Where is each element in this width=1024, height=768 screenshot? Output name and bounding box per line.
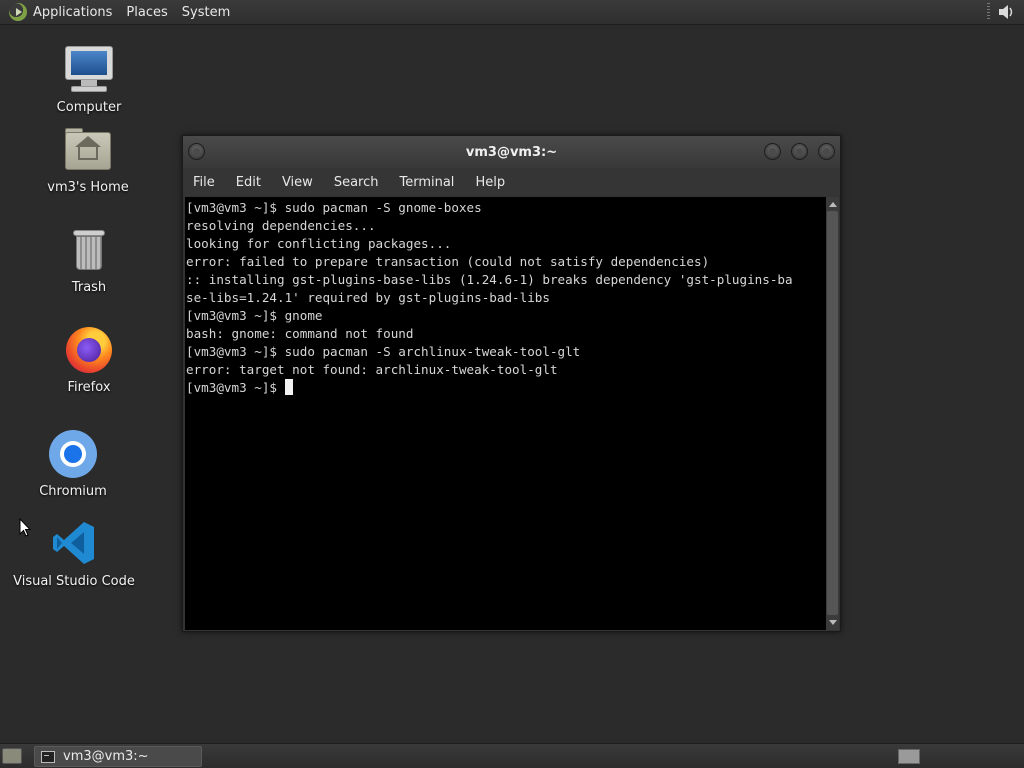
scroll-up-arrow-icon[interactable] — [829, 202, 837, 207]
scroll-down-arrow-icon[interactable] — [829, 620, 837, 625]
taskbar-button-label: vm3@vm3:~ — [63, 749, 149, 764]
desktop-icon-label: Computer — [56, 100, 122, 115]
distro-logo-icon[interactable] — [9, 3, 27, 21]
scrollbar-thumb[interactable] — [827, 211, 838, 615]
terminal-line: [vm3@vm3 ~]$ sudo pacman -S archlinux-tw… — [186, 344, 581, 359]
taskbar-button-terminal[interactable]: vm3@vm3:~ — [34, 746, 202, 767]
menu-edit[interactable]: Edit — [236, 175, 261, 190]
computer-icon — [63, 44, 115, 96]
window-titlebar[interactable]: vm3@vm3:~ — [183, 136, 840, 168]
firefox-icon — [63, 324, 115, 376]
text-cursor — [284, 379, 293, 395]
bottom-panel: vm3@vm3:~ — [0, 743, 1024, 768]
menu-places[interactable]: Places — [126, 5, 167, 20]
menu-terminal[interactable]: Terminal — [399, 175, 454, 190]
terminal-line: looking for conflicting packages... — [186, 236, 452, 251]
desktop-icon-firefox[interactable]: Firefox — [46, 324, 132, 395]
terminal-line: error: failed to prepare transaction (co… — [186, 254, 710, 269]
mouse-pointer-icon — [19, 518, 31, 537]
show-desktop-icon[interactable] — [2, 748, 22, 764]
terminal-icon — [41, 750, 55, 763]
terminal-line: [vm3@vm3 ~]$ sudo pacman -S gnome-boxes — [186, 200, 482, 215]
maximize-button[interactable] — [791, 143, 808, 160]
panel-handle — [987, 3, 990, 21]
desktop-icon-label: Chromium — [39, 484, 107, 499]
desktop-icon-label: vm3's Home — [47, 180, 129, 195]
menu-file[interactable]: File — [193, 175, 215, 190]
desktop-icon-chromium[interactable]: Chromium — [30, 428, 116, 499]
menu-view[interactable]: View — [282, 175, 313, 190]
chromium-icon — [47, 428, 99, 480]
menu-applications[interactable]: Applications — [33, 5, 112, 20]
minimize-button[interactable] — [764, 143, 781, 160]
terminal-line: error: target not found: archlinux-tweak… — [186, 362, 558, 377]
terminal-output[interactable]: [vm3@vm3 ~]$ sudo pacman -S gnome-boxes … — [185, 197, 826, 630]
menu-search[interactable]: Search — [334, 175, 379, 190]
terminal-line: resolving dependencies... — [186, 218, 376, 233]
terminal-scrollbar[interactable] — [826, 197, 839, 630]
terminal-window[interactable]: vm3@vm3:~ File Edit View Search Terminal… — [182, 135, 841, 632]
trash-icon — [63, 224, 115, 276]
desktop-icon-label: Trash — [71, 280, 107, 295]
desktop-icon-home[interactable]: vm3's Home — [40, 124, 136, 195]
window-title: vm3@vm3:~ — [465, 144, 558, 160]
desktop-icon-trash[interactable]: Trash — [46, 224, 132, 295]
volume-icon[interactable] — [996, 2, 1016, 22]
terminal-line: se-libs=1.24.1' required by gst-plugins-… — [186, 290, 550, 305]
window-menu-button[interactable] — [188, 143, 205, 160]
top-panel: Applications Places System — [0, 0, 1024, 25]
terminal-line: [vm3@vm3 ~]$ gnome — [186, 308, 323, 323]
home-folder-icon — [62, 124, 114, 176]
terminal-menubar: File Edit View Search Terminal Help — [183, 168, 840, 196]
vscode-icon — [48, 518, 100, 570]
workspace-switcher[interactable] — [898, 749, 920, 764]
terminal-line: :: installing gst-plugins-base-libs (1.2… — [186, 272, 793, 287]
terminal-line: bash: gnome: command not found — [186, 326, 414, 341]
terminal-prompt-line[interactable]: [vm3@vm3 ~]$ — [186, 379, 826, 397]
menu-help[interactable]: Help — [475, 175, 505, 190]
close-button[interactable] — [818, 143, 835, 160]
desktop-icon-label: Firefox — [67, 380, 111, 395]
terminal-prompt: [vm3@vm3 ~]$ — [186, 380, 285, 395]
menu-system[interactable]: System — [182, 5, 230, 20]
desktop-icon-computer[interactable]: Computer — [46, 44, 132, 115]
desktop-icon-label: Visual Studio Code — [13, 574, 135, 589]
